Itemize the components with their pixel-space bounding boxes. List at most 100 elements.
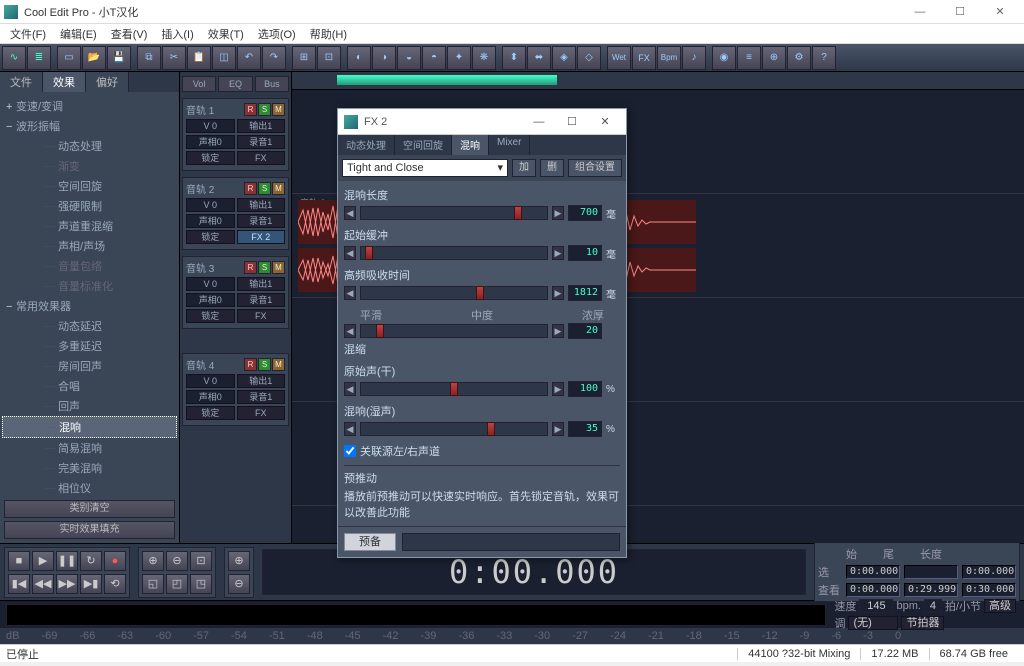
zoom-out-h-button[interactable]: ⊖ bbox=[166, 551, 188, 571]
sidebar-btn-clear[interactable]: 类别清空 bbox=[4, 500, 175, 518]
track-fx[interactable]: FX bbox=[237, 151, 286, 165]
mixer-tab-vol[interactable]: Vol bbox=[182, 76, 216, 92]
track-mute-button[interactable]: M bbox=[272, 182, 285, 195]
minimize-button[interactable]: — bbox=[900, 0, 940, 24]
tool-e[interactable]: ✦ bbox=[447, 46, 471, 70]
tool-f[interactable]: ❋ bbox=[472, 46, 496, 70]
fx-param-value[interactable]: 100 bbox=[568, 381, 602, 397]
track-volume[interactable]: V 0 bbox=[186, 374, 235, 388]
track-record-button[interactable]: R bbox=[244, 261, 257, 274]
fx-slider[interactable] bbox=[360, 382, 548, 396]
zoom-in-start-button[interactable]: ◰ bbox=[166, 574, 188, 594]
fx-slider[interactable] bbox=[360, 422, 548, 436]
sel-start-value[interactable]: 0:00.000 bbox=[846, 565, 900, 579]
fx-slider-left-button[interactable]: ◀ bbox=[344, 324, 356, 338]
tool-settings[interactable]: ⚙ bbox=[787, 46, 811, 70]
track-rec-src[interactable]: 录音1 bbox=[237, 390, 286, 404]
track-mute-button[interactable]: M bbox=[272, 358, 285, 371]
fx-close-button[interactable]: ✕ bbox=[590, 115, 620, 128]
sidebar-btn-fill[interactable]: 实时效果填充 bbox=[4, 521, 175, 539]
tree-item[interactable]: −波形振幅 bbox=[2, 116, 177, 136]
tree-item[interactable]: ┈ 动态处理 bbox=[2, 136, 177, 156]
tool-zoom-sel[interactable]: ⊞ bbox=[292, 46, 316, 70]
mixer-tab-bus[interactable]: Bus bbox=[255, 76, 289, 92]
sidebar-tab-files[interactable]: 文件 bbox=[0, 72, 43, 92]
fx-slider[interactable] bbox=[360, 206, 548, 220]
fx-param-value[interactable]: 20 bbox=[568, 323, 602, 339]
fx-preroll-button[interactable]: 预备 bbox=[344, 533, 396, 551]
view-end-value[interactable]: 0:29.999 bbox=[904, 583, 958, 597]
tree-item[interactable]: ┈ 合唱 bbox=[2, 376, 177, 396]
fx-slider-right-button[interactable]: ▶ bbox=[552, 246, 564, 260]
track-pan[interactable]: 声相0 bbox=[186, 135, 235, 149]
track-output[interactable]: 输出1 bbox=[237, 198, 286, 212]
tool-i[interactable]: ◈ bbox=[552, 46, 576, 70]
tree-item[interactable]: ┈ 简易混响 bbox=[2, 438, 177, 458]
tool-zoom-full[interactable]: ⊡ bbox=[317, 46, 341, 70]
track-volume[interactable]: V 0 bbox=[186, 277, 235, 291]
goto-end-button[interactable]: ▶▮ bbox=[80, 574, 102, 594]
menu-file[interactable]: 文件(F) bbox=[4, 24, 52, 44]
track-record-button[interactable]: R bbox=[244, 103, 257, 116]
sidebar-tab-favorites[interactable]: 偏好 bbox=[86, 72, 129, 92]
fx-titlebar[interactable]: FX 2 — ☐ ✕ bbox=[338, 109, 626, 135]
zoom-full-button[interactable]: ⊡ bbox=[190, 551, 212, 571]
tree-item[interactable]: ┈ 声道重混缩 bbox=[2, 216, 177, 236]
track-fx[interactable]: FX bbox=[237, 406, 286, 420]
fx-slider[interactable] bbox=[360, 246, 548, 260]
tool-c[interactable]: ◒ bbox=[397, 46, 421, 70]
sidebar-tab-effects[interactable]: 效果 bbox=[43, 72, 86, 92]
menu-insert[interactable]: 插入(I) bbox=[155, 24, 199, 44]
zoom-in-h-button[interactable]: ⊕ bbox=[142, 551, 164, 571]
tool-cut[interactable]: ✂ bbox=[162, 46, 186, 70]
fx-slider-left-button[interactable]: ◀ bbox=[344, 206, 356, 220]
zoom-sel-button[interactable]: ◱ bbox=[142, 574, 164, 594]
view-length-value[interactable]: 0:30.000 bbox=[962, 583, 1016, 597]
stop-button[interactable]: ■ bbox=[8, 551, 30, 571]
fx-link-channels-check[interactable]: 关联源左/右声道 bbox=[344, 443, 620, 459]
fx-tab-mixer[interactable]: Mixer bbox=[489, 135, 530, 155]
tool-new[interactable]: ▭ bbox=[57, 46, 81, 70]
fx-param-value[interactable]: 700 bbox=[568, 205, 602, 221]
pause-button[interactable]: ❚❚ bbox=[56, 551, 78, 571]
fx-preset-combo-button[interactable]: 组合设置 bbox=[568, 159, 622, 177]
track-rec-src[interactable]: 录音1 bbox=[237, 214, 286, 228]
tree-item[interactable]: ┈ 相位仪 bbox=[2, 478, 177, 496]
advanced-button[interactable]: 高级 bbox=[984, 599, 1016, 613]
tool-b[interactable]: ◑ bbox=[372, 46, 396, 70]
tree-item[interactable]: ┈ 动态延迟 bbox=[2, 316, 177, 336]
track-output[interactable]: 输出1 bbox=[237, 119, 286, 133]
fx-preset-add-button[interactable]: 加 bbox=[512, 159, 536, 177]
meter-display[interactable] bbox=[6, 604, 826, 626]
fx-slider-left-button[interactable]: ◀ bbox=[344, 286, 356, 300]
multitrack-view-button[interactable]: ≣ bbox=[27, 46, 51, 70]
tool-m[interactable]: ≡ bbox=[737, 46, 761, 70]
track-pan[interactable]: 声相0 bbox=[186, 293, 235, 307]
tool-wet[interactable]: Wet bbox=[607, 46, 631, 70]
key-select[interactable]: (无) bbox=[848, 616, 898, 630]
view-start-value[interactable]: 0:00.000 bbox=[846, 583, 900, 597]
fx-link-checkbox[interactable] bbox=[344, 445, 356, 457]
track-rec-src[interactable]: 录音1 bbox=[237, 293, 286, 307]
tool-d[interactable]: ◓ bbox=[422, 46, 446, 70]
track-rec-src[interactable]: 录音1 bbox=[237, 135, 286, 149]
track-solo-button[interactable]: S bbox=[258, 103, 271, 116]
sel-end-value[interactable] bbox=[904, 565, 958, 579]
track-pan[interactable]: 声相0 bbox=[186, 214, 235, 228]
fx-preset-del-button[interactable]: 删 bbox=[540, 159, 564, 177]
rewind-button[interactable]: ◀◀ bbox=[32, 574, 54, 594]
tool-n[interactable]: ⊕ bbox=[762, 46, 786, 70]
track-solo-button[interactable]: S bbox=[258, 261, 271, 274]
maximize-button[interactable]: ☐ bbox=[940, 0, 980, 24]
tool-k[interactable]: ♪ bbox=[682, 46, 706, 70]
tool-j[interactable]: ◇ bbox=[577, 46, 601, 70]
track-pan[interactable]: 声相0 bbox=[186, 390, 235, 404]
tree-item[interactable]: ┈ 渐变 bbox=[2, 156, 177, 176]
track-volume[interactable]: V 0 bbox=[186, 119, 235, 133]
tool-fx[interactable]: FX bbox=[632, 46, 656, 70]
fx-slider-left-button[interactable]: ◀ bbox=[344, 246, 356, 260]
track-output[interactable]: 输出1 bbox=[237, 277, 286, 291]
tool-save[interactable]: 💾 bbox=[107, 46, 131, 70]
tree-item[interactable]: ┈ 空间回旋 bbox=[2, 176, 177, 196]
track-record-button[interactable]: R bbox=[244, 358, 257, 371]
